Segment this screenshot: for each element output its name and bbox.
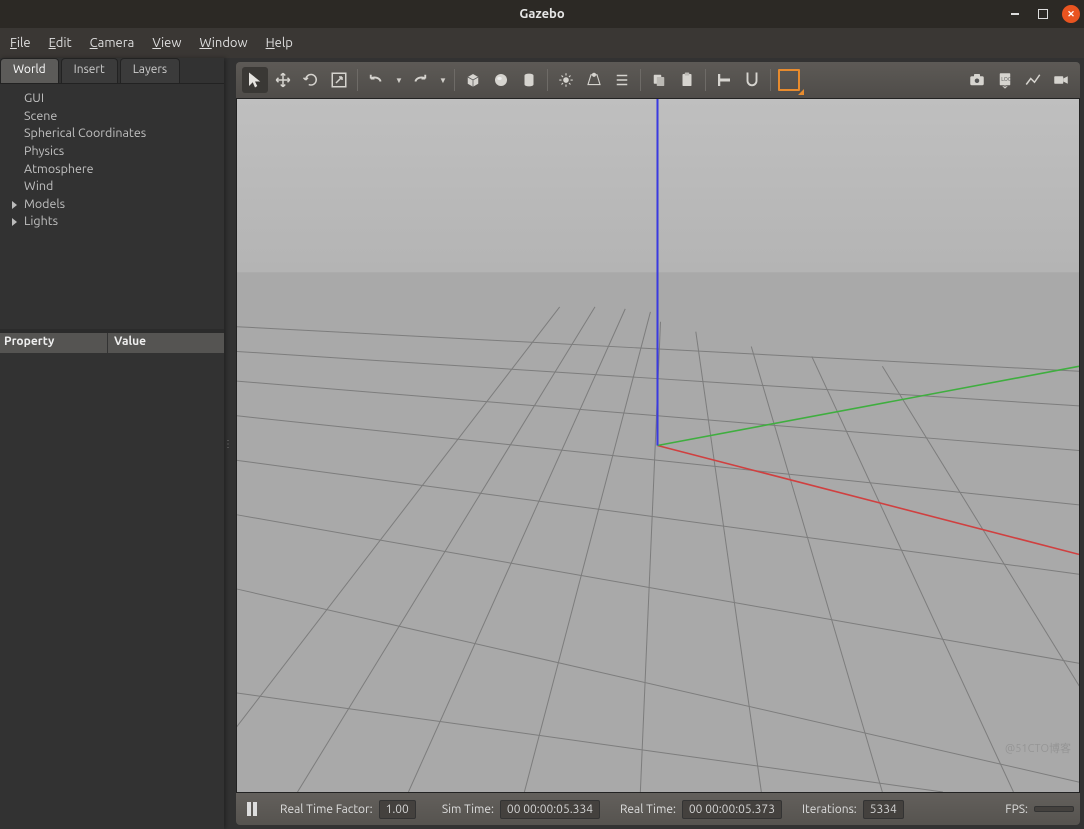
sphere-primitive-icon[interactable] [488, 67, 514, 93]
rtf-value: 1.00 [379, 800, 416, 819]
window-controls [1006, 5, 1080, 23]
tree-item-atmosphere[interactable]: Atmosphere [10, 161, 220, 179]
toolbar-separator [705, 69, 706, 91]
selection-box-icon[interactable] [776, 67, 802, 93]
world-tree: GUI Scene Spherical Coordinates Physics … [0, 84, 224, 329]
redo-icon[interactable] [407, 67, 433, 93]
left-tabs: World Insert Layers [0, 58, 224, 84]
panel-splitter[interactable] [224, 58, 232, 829]
tree-item-spherical[interactable]: Spherical Coordinates [10, 125, 220, 143]
fps-value [1034, 806, 1074, 812]
tree-item-scene[interactable]: Scene [10, 108, 220, 126]
toolbar-separator [770, 69, 771, 91]
copy-icon[interactable] [646, 67, 672, 93]
rotate-icon[interactable] [298, 67, 324, 93]
log-icon[interactable]: LOG [992, 67, 1018, 93]
menu-file[interactable]: File [2, 32, 39, 54]
iterations-label: Iterations: [802, 803, 857, 816]
titlebar: Gazebo [0, 0, 1084, 28]
left-panel: World Insert Layers GUI Scene Spherical … [0, 58, 224, 829]
scale-icon[interactable] [326, 67, 352, 93]
spot-light-icon[interactable] [581, 67, 607, 93]
3d-viewport[interactable]: @51CTO博客 [236, 98, 1080, 793]
snap-icon[interactable] [739, 67, 765, 93]
fps-label: FPS: [1005, 803, 1028, 816]
realtime-value: 00 00:00:05.373 [682, 800, 782, 819]
tree-item-models[interactable]: Models [10, 196, 220, 214]
statusbar: Real Time Factor: 1.00 Sim Time: 00 00:0… [236, 793, 1080, 825]
screenshot-icon[interactable] [964, 67, 990, 93]
tree-item-lights[interactable]: Lights [10, 213, 220, 231]
property-body [0, 353, 224, 829]
maximize-button[interactable] [1034, 5, 1052, 23]
toolbar: ▼ ▼ [236, 62, 1080, 98]
record-icon[interactable] [1048, 67, 1074, 93]
arrow-select-icon[interactable] [242, 67, 268, 93]
point-light-icon[interactable] [553, 67, 579, 93]
svg-text:LOG: LOG [1001, 76, 1012, 82]
toolbar-separator [357, 69, 358, 91]
close-button[interactable] [1062, 5, 1080, 23]
rtf-label: Real Time Factor: [280, 803, 373, 816]
redo-dropdown-icon[interactable]: ▼ [435, 67, 449, 93]
right-area: ▼ ▼ [232, 58, 1084, 829]
main-area: World Insert Layers GUI Scene Spherical … [0, 58, 1084, 829]
tree-item-gui[interactable]: GUI [10, 90, 220, 108]
toolbar-separator [640, 69, 641, 91]
toolbar-separator [547, 69, 548, 91]
value-col-header: Value [108, 333, 224, 353]
menu-view[interactable]: View [144, 32, 189, 54]
menu-camera[interactable]: Camera [82, 32, 143, 54]
menu-edit[interactable]: Edit [41, 32, 80, 54]
tab-world[interactable]: World [0, 58, 59, 83]
paste-icon[interactable] [674, 67, 700, 93]
iterations-value: 5334 [863, 800, 904, 819]
toolbar-separator [454, 69, 455, 91]
tab-insert[interactable]: Insert [61, 58, 118, 83]
align-icon[interactable] [711, 67, 737, 93]
tree-item-physics[interactable]: Physics [10, 143, 220, 161]
simtime-label: Sim Time: [442, 803, 494, 816]
menu-help[interactable]: Help [258, 32, 301, 54]
pause-button[interactable] [242, 799, 262, 819]
tab-layers[interactable]: Layers [120, 58, 180, 83]
minimize-button[interactable] [1006, 5, 1024, 23]
plot-icon[interactable] [1020, 67, 1046, 93]
tree-item-wind[interactable]: Wind [10, 178, 220, 196]
realtime-label: Real Time: [620, 803, 676, 816]
simtime-value: 00 00:00:05.334 [500, 800, 600, 819]
watermark: @51CTO博客 [1005, 740, 1071, 756]
cylinder-primitive-icon[interactable] [516, 67, 542, 93]
undo-dropdown-icon[interactable]: ▼ [391, 67, 405, 93]
box-primitive-icon[interactable] [460, 67, 486, 93]
move-icon[interactable] [270, 67, 296, 93]
menu-window[interactable]: Window [191, 32, 255, 54]
undo-icon[interactable] [363, 67, 389, 93]
directional-light-icon[interactable] [609, 67, 635, 93]
window-title: Gazebo [519, 7, 564, 21]
menubar: File Edit Camera View Window Help [0, 28, 1084, 58]
property-col-header: Property [0, 333, 108, 353]
property-header: Property Value [0, 333, 224, 353]
